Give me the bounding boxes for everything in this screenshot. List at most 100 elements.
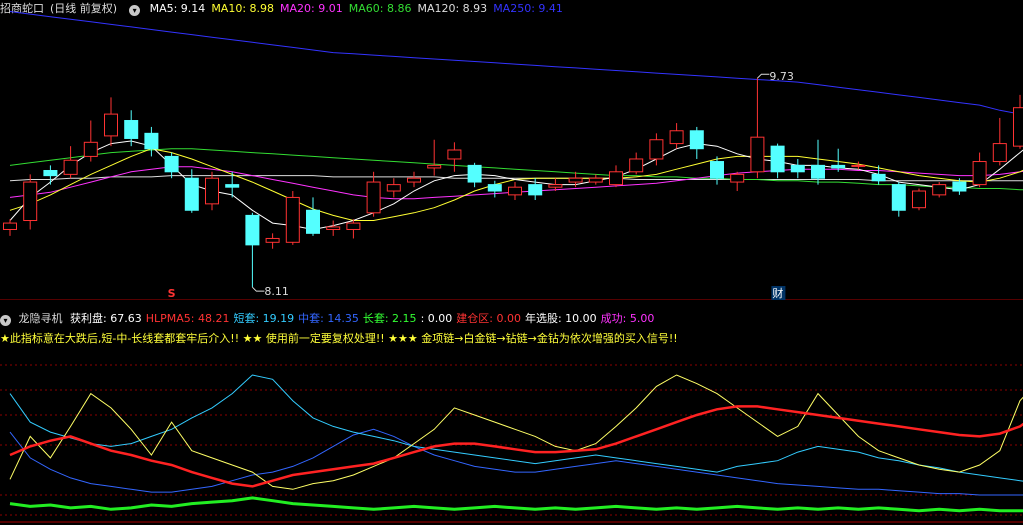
candle-body (1013, 107, 1023, 147)
candle-body (23, 181, 38, 222)
candle (265, 233, 280, 249)
candle (447, 142, 462, 172)
candle-body (184, 177, 199, 211)
candle (629, 152, 644, 175)
candle-body (83, 141, 98, 157)
candle (972, 152, 987, 188)
indicator-field: 短套: 19.19 (233, 312, 295, 325)
candle (23, 174, 38, 230)
candle (205, 171, 219, 211)
candle (144, 126, 159, 157)
candle (43, 165, 58, 185)
candle-body (689, 130, 704, 150)
candle-body (932, 184, 947, 196)
candle-body (952, 181, 967, 192)
candle (588, 174, 603, 185)
candle (992, 117, 1007, 166)
candle (831, 148, 846, 172)
high-price-label: 9.73 (769, 70, 794, 83)
ma5-line (9, 140, 1023, 231)
candle (1013, 94, 1023, 149)
candle (366, 171, 381, 217)
candle-body (366, 181, 381, 214)
candle-body (588, 177, 603, 183)
candle-body (407, 177, 421, 183)
candle-body (790, 164, 805, 173)
candle-body (225, 184, 240, 188)
candle (124, 110, 139, 147)
candle (811, 139, 825, 185)
candle-body (3, 222, 17, 230)
ma60-line (9, 148, 1023, 191)
high-marker-line (757, 73, 770, 79)
candle-body (43, 170, 58, 177)
candle (750, 78, 765, 179)
candle-body (285, 196, 300, 243)
candle (326, 220, 341, 236)
candle-body (992, 143, 1007, 163)
indicator-field: 建仓区: 0.00 (456, 312, 521, 325)
indicator-field: 长套: 2.15 (362, 312, 417, 325)
candle-body (124, 120, 139, 139)
indicator-menu-icon[interactable]: ▾ (0, 315, 11, 326)
candle-body (609, 171, 623, 186)
candle-body (811, 164, 825, 179)
candle (609, 165, 623, 188)
candle-body (205, 177, 219, 205)
candle-body (508, 186, 522, 196)
candle (83, 120, 98, 162)
candle-body (871, 173, 886, 182)
candle-body (245, 214, 260, 246)
hlpma5-line (9, 405, 1023, 488)
candle-body (912, 190, 926, 209)
candle (3, 219, 17, 236)
indicator-field: HLPMA5: 48.21 (145, 312, 230, 325)
candle-body (386, 184, 401, 192)
candle (790, 158, 805, 179)
candle (63, 146, 78, 179)
candle (649, 133, 664, 166)
indicator-field: : 0.00 (420, 312, 453, 325)
indicator-chart[interactable] (0, 345, 1023, 525)
indicator-note: ★此指标意在大跌后,短-中-长线套都套牢后介入!! ★★ 使用前一定要复权处理!… (0, 332, 678, 345)
candle-body (770, 145, 785, 173)
indicator-field: 成功: 5.00 (600, 312, 655, 325)
candle-body (851, 164, 866, 167)
indicator-header: ▾ 龙隐寻机 获利盘: 67.63 HLPMA5: 48.21 短套: 19.19 中… (0, 310, 1023, 326)
candle-body (326, 226, 341, 230)
candle-body (164, 155, 179, 173)
indicator-field: 年选股: 10.00 (524, 312, 597, 325)
indicator-name[interactable]: 龙隐寻机 (19, 312, 63, 325)
changtao-line (9, 496, 1023, 513)
candle (669, 123, 684, 149)
candle-body (346, 222, 361, 230)
candle-body (891, 184, 906, 211)
candle (891, 182, 906, 217)
candle (285, 191, 300, 245)
candle (467, 162, 482, 188)
candle-body (548, 184, 563, 188)
candlestick-chart[interactable]: 9.73 8.11 S 财 (0, 0, 1023, 300)
signal-s-marker: S (168, 287, 176, 300)
low-marker-line (252, 286, 265, 292)
candle (770, 143, 785, 179)
candle-body (568, 177, 583, 183)
candle-body (831, 164, 846, 169)
candle (851, 161, 866, 170)
candle (689, 126, 704, 159)
candle-body (306, 209, 320, 234)
candle (164, 152, 179, 179)
candle-body (427, 164, 442, 169)
candle-body (144, 132, 159, 150)
indicator-field: 获利盘: 67.63 (70, 312, 142, 325)
candle (245, 212, 260, 288)
candle-body (265, 237, 280, 243)
candle (104, 97, 118, 147)
candle-body (750, 136, 765, 173)
finance-marker: 财 (772, 286, 783, 300)
candle-body (447, 149, 462, 160)
candle-body (972, 161, 987, 186)
candle (306, 197, 320, 236)
ma250-line (9, 11, 1023, 116)
indicator-fields: 获利盘: 67.63 HLPMA5: 48.21 短套: 19.19 中套: 14.3… (70, 312, 658, 325)
